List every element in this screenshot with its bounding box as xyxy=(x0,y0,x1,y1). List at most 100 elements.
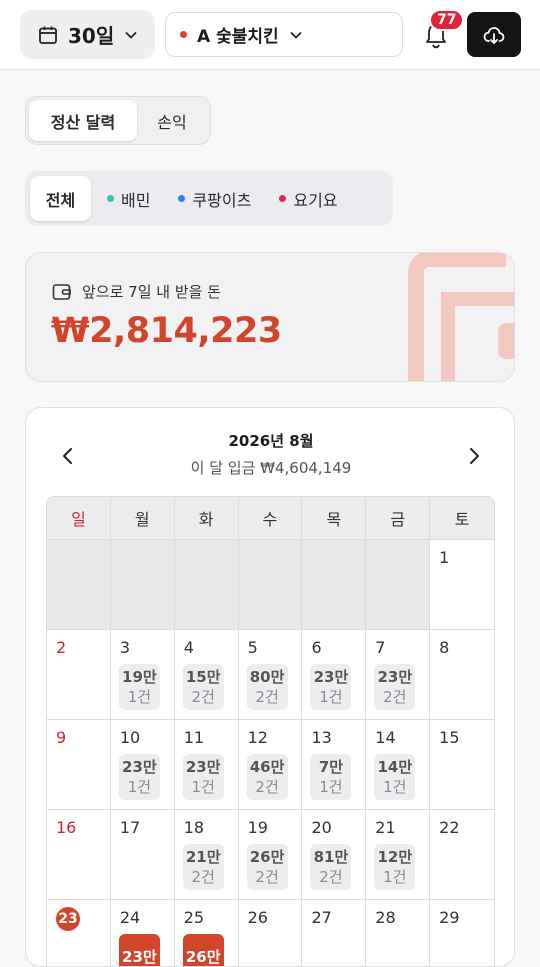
calendar-day-cell[interactable]: 15 xyxy=(430,720,494,810)
calendar-day-cell[interactable]: 6 23만 1건 xyxy=(302,630,367,720)
deposit-amount: 80만 xyxy=(249,668,285,686)
weekday-label: 수 xyxy=(238,497,303,540)
day-number: 4 xyxy=(183,638,194,657)
calendar-day-cell[interactable]: 7 23만 2건 xyxy=(366,630,431,720)
deposit-summary-chip[interactable]: 12만 1건 xyxy=(374,844,416,890)
calendar-day-cell[interactable]: 26 xyxy=(239,900,303,966)
store-selector[interactable]: A 숯불치킨 xyxy=(165,12,403,57)
calendar-day-cell[interactable]: 25 26만 xyxy=(175,900,239,966)
channel-tab-all[interactable]: 전체 xyxy=(30,176,91,221)
deposit-summary-chip[interactable]: 81만 2건 xyxy=(310,844,352,890)
channel-tab-label: 배민 xyxy=(121,190,151,210)
calendar-day-cell[interactable]: 20 81만 2건 xyxy=(302,810,367,900)
next-month-button[interactable] xyxy=(462,444,486,468)
calendar-week-row: 2 3 19만 1건 4 15만 2건 5 80만 2건 6 23만 1건 7 23만 2건 8 xyxy=(47,630,494,720)
calendar-day-cell[interactable]: 2 xyxy=(47,630,111,720)
deposit-summary-chip[interactable]: 7만 1건 xyxy=(310,754,352,800)
deposit-summary-chip[interactable]: 15만 2건 xyxy=(182,664,224,710)
deposit-summary-chip[interactable]: 26만 xyxy=(182,934,224,966)
calendar-day-cell[interactable]: 23 xyxy=(47,900,111,966)
calendar-empty-cell xyxy=(110,540,175,630)
calendar-day-cell[interactable]: 3 19만 1건 xyxy=(110,630,175,720)
deposit-amount: 23만 xyxy=(185,758,221,776)
day-number: 14 xyxy=(375,728,396,747)
deposit-amount: 23만 xyxy=(377,668,413,686)
calendar-day-cell[interactable]: 12 46만 2건 xyxy=(238,720,303,810)
download-button[interactable] xyxy=(467,12,521,57)
deposit-count: 1건 xyxy=(127,688,152,706)
day-number: 25 xyxy=(183,908,205,927)
day-number: 3 xyxy=(119,638,131,657)
channel-tab-label: 쿠팡이츠 xyxy=(192,190,252,210)
calendar-day-cell[interactable]: 14 14만 1건 xyxy=(366,720,431,810)
store-status-dot xyxy=(180,31,187,38)
deposit-count: 1건 xyxy=(127,778,152,796)
channel-tab-label: 요기요 xyxy=(293,190,338,210)
calendar-day-cell[interactable]: 19 26만 2건 xyxy=(238,810,303,900)
day-number: 20 xyxy=(311,818,332,837)
calendar-day-cell[interactable]: 11 23만 1건 xyxy=(174,720,239,810)
deposit-summary-chip[interactable]: 23만 xyxy=(118,934,160,966)
tab-profit-loss[interactable]: 손익 xyxy=(137,100,207,141)
day-number: 19 xyxy=(247,818,268,837)
calendar-day-cell[interactable]: 18 21만 2건 xyxy=(174,810,239,900)
calendar-day-cell[interactable]: 27 xyxy=(302,900,367,966)
channel-tab-baemin[interactable]: 배민 xyxy=(95,176,162,221)
deposit-count: 2건 xyxy=(191,868,215,886)
calendar-day-cell[interactable]: 10 23만 1건 xyxy=(110,720,175,810)
calendar-day-cell[interactable]: 9 xyxy=(47,720,111,810)
wallet-icon xyxy=(52,283,71,300)
calendar-day-cell[interactable]: 22 xyxy=(430,810,494,900)
channel-tabs: 전체 배민 쿠팡이츠 요기요 xyxy=(25,171,393,226)
calendar-day-cell[interactable]: 24 23만 xyxy=(111,900,175,966)
calendar-day-cell[interactable]: 8 xyxy=(430,630,494,720)
period-selector[interactable]: 30일 xyxy=(20,10,155,59)
deposit-summary-chip[interactable]: 21만 2건 xyxy=(182,844,224,890)
deposit-count: 1건 xyxy=(191,778,215,796)
day-number: 17 xyxy=(119,818,141,837)
calendar-day-cell[interactable]: 5 80만 2건 xyxy=(238,630,303,720)
day-number: 6 xyxy=(311,638,322,657)
deposit-amount: 21만 xyxy=(185,848,221,866)
channel-tab-coupang-eats[interactable]: 쿠팡이츠 xyxy=(166,176,263,221)
calendar-icon xyxy=(39,26,57,44)
day-number: 2 xyxy=(56,638,67,657)
calendar-day-cell[interactable]: 13 7만 1건 xyxy=(302,720,367,810)
weekday-header: 일월화수목금토 xyxy=(47,497,494,540)
deposit-summary-chip[interactable]: 26만 2건 xyxy=(246,844,288,890)
calendar-day-cell[interactable]: 21 12만 1건 xyxy=(366,810,431,900)
day-number: 12 xyxy=(247,728,268,747)
calendar-day-cell[interactable]: 16 xyxy=(47,810,111,900)
deposit-summary-chip[interactable]: 14만 1건 xyxy=(374,754,416,800)
deposit-summary-chip[interactable]: 23만 1건 xyxy=(118,754,160,800)
weekday-label: 월 xyxy=(110,497,175,540)
deposit-summary-chip[interactable]: 80만 2건 xyxy=(246,664,288,710)
calendar-day-cell[interactable]: 29 xyxy=(430,900,494,966)
day-number: 18 xyxy=(183,818,205,837)
deposit-count: 2건 xyxy=(383,688,407,706)
deposit-summary-chip[interactable]: 23만 1건 xyxy=(182,754,224,800)
deposit-summary-chip[interactable]: 23만 2건 xyxy=(374,664,416,710)
view-tabs: 정산 달력 손익 xyxy=(25,96,211,145)
calendar-month-total: 이 달 입금 ₩4,604,149 xyxy=(190,459,352,477)
calendar-day-cell[interactable]: 1 xyxy=(430,540,494,630)
day-number: 15 xyxy=(439,728,460,747)
day-number: 8 xyxy=(439,638,450,657)
tab-settlement-calendar[interactable]: 정산 달력 xyxy=(29,100,137,141)
deposit-summary-chip[interactable]: 46만 2건 xyxy=(246,754,288,800)
deposit-amount: 14만 xyxy=(377,758,413,776)
deposit-summary-chip[interactable]: 19만 1건 xyxy=(118,664,160,710)
deposit-summary-chip[interactable]: 23만 1건 xyxy=(310,664,352,710)
deposit-amount: 26만 xyxy=(249,848,285,866)
today-date-marker: 23 xyxy=(56,907,80,931)
calendar-day-cell[interactable]: 4 15만 2건 xyxy=(174,630,239,720)
day-number: 21 xyxy=(375,818,396,837)
deposit-count: 2건 xyxy=(255,868,279,886)
channel-tab-yogiyo[interactable]: 요기요 xyxy=(267,176,349,221)
day-number: 1 xyxy=(439,548,450,567)
calendar-day-cell[interactable]: 28 xyxy=(366,900,431,966)
day-number: 27 xyxy=(311,908,332,927)
channel-color-dot xyxy=(178,195,186,202)
day-number: 10 xyxy=(119,728,141,747)
calendar-day-cell[interactable]: 17 xyxy=(110,810,175,900)
